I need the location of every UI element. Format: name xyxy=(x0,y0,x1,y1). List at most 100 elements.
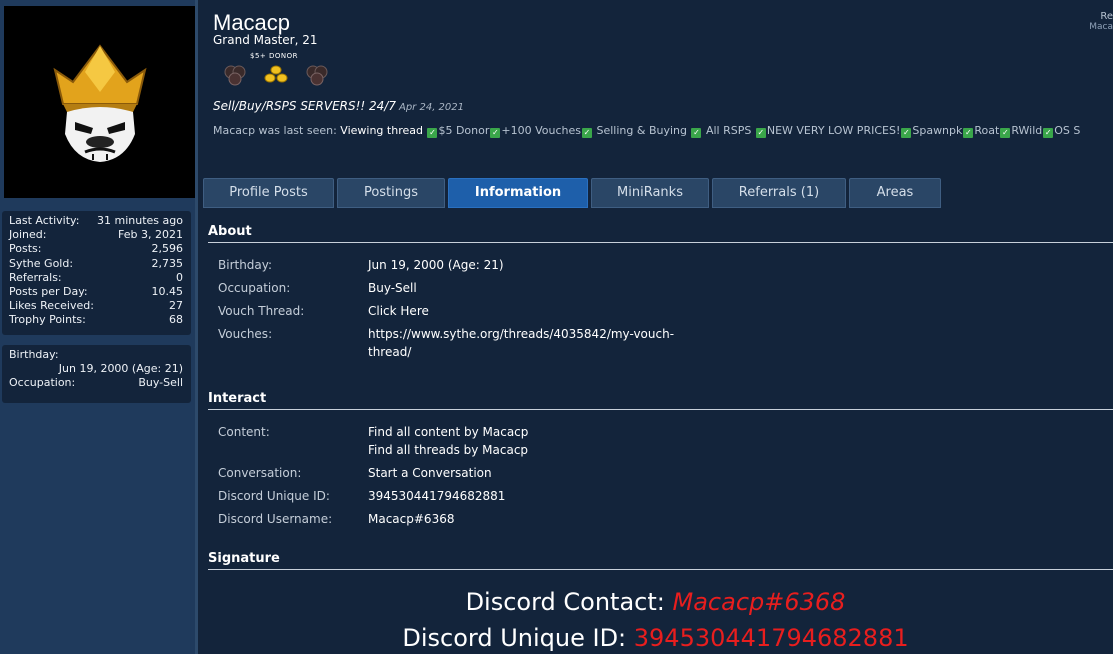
rank-badge-icon[interactable] xyxy=(222,62,248,88)
last-seen-line: Macacp was last seen: Viewing thread ✓ $5… xyxy=(213,124,1080,138)
stat-label: Posts per Day: xyxy=(9,284,88,298)
stat-row: Likes Received: 27 xyxy=(9,299,183,313)
discord-username-label: Discord Username: xyxy=(218,512,333,526)
start-conversation-link[interactable]: Start a Conversation xyxy=(368,464,492,482)
thread-title-part[interactable]: Roat xyxy=(974,124,999,137)
thread-title-part[interactable]: All RSPS xyxy=(702,124,754,137)
status-message: Sell/Buy/RSPS SERVERS!! 24/7 Apr 24, 2021 xyxy=(213,99,464,113)
interact-section-title: Interact xyxy=(208,391,1113,410)
signature-id-label: Discord Unique ID: xyxy=(402,624,634,652)
about-occupation-label: Occupation: xyxy=(218,281,291,295)
stat-row: Trophy Points: 68 xyxy=(9,313,183,327)
stat-value: Feb 3, 2021 xyxy=(118,228,183,242)
stat-label: Posts: xyxy=(9,242,42,256)
stat-label: Likes Received: xyxy=(9,299,94,313)
stat-value: 27 xyxy=(169,299,183,313)
stat-row: Posts per Day: 10.45 xyxy=(9,285,183,299)
signature-discord-contact: Discord Contact: Macacp#6368 xyxy=(198,588,1113,616)
signature-contact-label: Discord Contact: xyxy=(465,588,673,616)
conversation-label: Conversation: xyxy=(218,466,302,480)
thread-title-part[interactable]: OS S xyxy=(1054,124,1080,137)
stat-row: Last Activity: 31 minutes ago xyxy=(9,214,183,228)
discord-username-value: Macacp#6368 xyxy=(368,512,455,526)
profile-main: Macacp Grand Master, 21 $5+ DONOR Sell/B… xyxy=(198,0,1113,654)
discord-id-label: Discord Unique ID: xyxy=(218,489,330,503)
checkmark-icon: ✓ xyxy=(582,128,592,138)
last-seen-prefix: Macacp was last seen: xyxy=(213,124,337,137)
tab-postings[interactable]: Postings xyxy=(337,178,445,208)
thread-title-part[interactable]: Spawnpk xyxy=(912,124,962,137)
vouch-thread-label: Vouch Thread: xyxy=(218,304,305,318)
stat-label: Sythe Gold: xyxy=(9,256,74,270)
checkmark-icon: ✓ xyxy=(963,128,974,138)
top-right-cutoff: Re Maca xyxy=(1089,11,1113,33)
stat-value[interactable]: 68 xyxy=(169,313,183,327)
tab-information[interactable]: Information xyxy=(448,178,588,208)
checkmark-icon: ✓ xyxy=(755,128,766,138)
stats-panel: Last Activity: 31 minutes ago Joined: Feb … xyxy=(2,211,191,335)
checkmark-icon: ✓ xyxy=(1043,128,1054,138)
signature-discord-id: Discord Unique ID: 394530441794682881 xyxy=(198,624,1113,652)
top-right-line2: Maca xyxy=(1089,22,1113,32)
status-date[interactable]: Apr 24, 2021 xyxy=(399,102,464,113)
gorilla-king-logo xyxy=(52,44,147,162)
bio-panel: Birthday: Jun 19, 2000 (Age: 21) Occupat… xyxy=(2,345,191,403)
profile-sidebar: Last Activity: 31 minutes ago Joined: Feb … xyxy=(0,0,195,654)
donor-label: $5+ DONOR xyxy=(250,52,299,60)
checkmark-icon: ✓ xyxy=(691,128,702,138)
discord-id-value: 394530441794682881 xyxy=(368,489,506,503)
thread-title-part[interactable]: Selling & Buying xyxy=(593,124,690,137)
vouches-link-line1[interactable]: https://www.sythe.org/threads/4035842/my… xyxy=(368,325,674,343)
user-title: Grand Master, 21 xyxy=(213,33,318,47)
tab-referrals[interactable]: Referrals (1) xyxy=(712,178,846,208)
avatar[interactable] xyxy=(4,6,195,198)
bio-occupation-row: Occupation: Buy-Sell xyxy=(9,376,183,390)
stat-label: Trophy Points: xyxy=(9,313,86,327)
find-content-link[interactable]: Find all content by Macacp xyxy=(368,423,528,441)
about-section-title: About xyxy=(208,224,1113,243)
stat-label: Last Activity: xyxy=(9,214,80,227)
stat-row: Joined: Feb 3, 2021 xyxy=(9,228,183,242)
stat-row: Referrals: 0 xyxy=(9,271,183,285)
status-text: Sell/Buy/RSPS SERVERS!! 24/7 xyxy=(213,99,396,113)
checkmark-icon: ✓ xyxy=(490,128,501,138)
checkmark-icon: ✓ xyxy=(427,128,438,138)
signature-id-value: 394530441794682881 xyxy=(633,624,909,652)
about-birthday-value: Jun 19, 2000 (Age: 21) xyxy=(368,258,504,272)
checkmark-icon: ✓ xyxy=(901,128,912,138)
stat-value[interactable]: 2,596 xyxy=(152,242,184,256)
thread-title-part[interactable]: $5 Donor xyxy=(438,124,489,137)
about-birthday-label: Birthday: xyxy=(218,258,273,272)
stat-value: 31 minutes ago xyxy=(97,214,183,227)
vouches-label: Vouches: xyxy=(218,327,273,341)
thread-title-part[interactable]: NEW VERY LOW PRICES! xyxy=(767,124,901,137)
signature-section-title: Signature xyxy=(208,551,1113,570)
tab-profile-posts[interactable]: Profile Posts xyxy=(203,178,334,208)
find-threads-link[interactable]: Find all threads by Macacp xyxy=(368,441,528,459)
checkmark-icon: ✓ xyxy=(1000,128,1011,138)
stat-value: 0 xyxy=(176,270,183,284)
gold-coins-icon[interactable] xyxy=(262,62,290,88)
tab-areas[interactable]: Areas xyxy=(849,178,941,208)
bio-occupation-label: Occupation: xyxy=(9,376,76,389)
thread-title-part[interactable]: RWild xyxy=(1011,124,1042,137)
bio-occupation-value: Buy-Sell xyxy=(138,376,183,389)
stat-value: 2,735 xyxy=(151,256,184,270)
stat-value: 10.45 xyxy=(151,284,184,298)
stat-label: Joined: xyxy=(9,228,47,242)
about-occupation-value: Buy-Sell xyxy=(368,281,417,295)
content-label: Content: xyxy=(218,425,270,439)
bio-birthday-value: Jun 19, 2000 (Age: 21) xyxy=(58,362,183,375)
rank-badge-icon[interactable] xyxy=(304,62,330,88)
stat-label: Referrals: xyxy=(9,270,62,284)
top-right-line1[interactable]: Re xyxy=(1089,11,1113,22)
vouches-link-line2[interactable]: thread/ xyxy=(368,343,674,361)
stat-row: Posts: 2,596 xyxy=(9,242,183,256)
last-seen-activity[interactable]: Viewing thread xyxy=(340,124,423,137)
vouches-link[interactable]: https://www.sythe.org/threads/4035842/my… xyxy=(368,325,674,361)
signature-contact-value: Macacp#6368 xyxy=(672,588,846,616)
vouch-thread-link[interactable]: Click Here xyxy=(368,302,429,320)
thread-title-part[interactable]: +100 Vouches xyxy=(501,124,581,137)
stat-row: Sythe Gold: 2,735 xyxy=(9,257,183,271)
tab-miniranks[interactable]: MiniRanks xyxy=(591,178,709,208)
